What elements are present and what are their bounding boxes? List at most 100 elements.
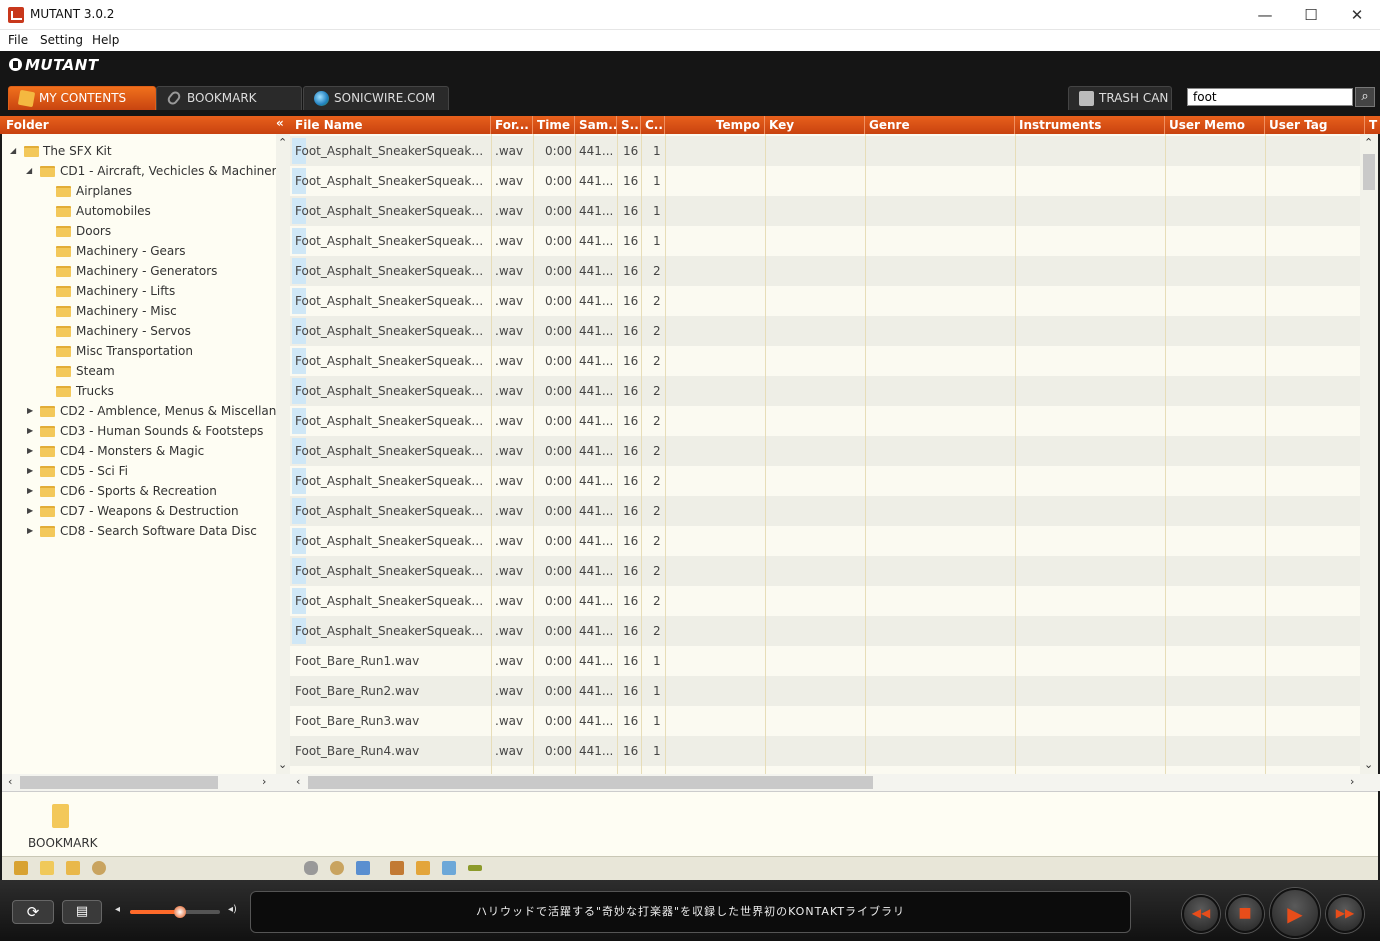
col-t[interactable]: T	[1365, 116, 1379, 134]
table-row[interactable]: Foot_Asphalt_SneakerSqueak17.w... .wav 0:0…	[290, 616, 1360, 646]
collapsed-arrow-icon[interactable]: ▶	[27, 481, 37, 501]
table-row[interactable]: Foot_Bare_Run3.wav .wav 0:00 441... 16 1	[290, 706, 1360, 736]
rewind-button[interactable]: ◀◀	[1182, 895, 1220, 933]
edit-icon[interactable]	[416, 861, 430, 875]
table-row[interactable]: Foot_Asphalt_SneakerSqueak12.w... .wav 0:0…	[290, 466, 1360, 496]
table-row[interactable]: Foot_Asphalt_SneakerSqueak15.w... .wav 0:0…	[290, 556, 1360, 586]
tree-item-cd[interactable]: ▶ CD7 - Weapons & Destruction	[2, 501, 276, 521]
table-horizontal-scrollbar[interactable]: ‹ ›	[290, 774, 1380, 791]
scroll-right-icon[interactable]: ›	[1350, 775, 1354, 788]
tab-bookmark[interactable]: BOOKMARK	[156, 86, 302, 110]
table-row[interactable]: Foot_Asphalt_SneakerSqueak13.w... .wav 0:0…	[290, 496, 1360, 526]
tab-my-contents[interactable]: MY CONTENTS	[8, 86, 156, 110]
scroll-thumb[interactable]	[20, 776, 218, 789]
table-row[interactable]: Foot_Asphalt_SneakerSqueak14.w... .wav 0:0…	[290, 526, 1360, 556]
tree-item-cd[interactable]: ▶ CD5 - Sci Fi	[2, 461, 276, 481]
table-row[interactable]: Foot_Bare_Run1.wav .wav 0:00 441... 16 1	[290, 646, 1360, 676]
folder-horizontal-scrollbar[interactable]: ‹ ›	[2, 774, 290, 791]
table-row[interactable]: Foot_Asphalt_SneakerSqueak11.w... .wav 0:0…	[290, 436, 1360, 466]
minimize-button[interactable]: —	[1242, 0, 1288, 30]
volume-slider[interactable]	[130, 906, 220, 918]
tree-item-subfolder[interactable]: Machinery - Lifts	[2, 281, 276, 301]
tree-item-cd[interactable]: ▶ CD8 - Search Software Data Disc	[2, 521, 276, 541]
scroll-left-icon[interactable]: ‹	[296, 775, 300, 788]
close-button[interactable]: ✕	[1334, 0, 1380, 30]
table-row[interactable]: Foot_Asphalt_SneakerSqueak04.w... .wav 0:0…	[290, 226, 1360, 256]
gear-icon[interactable]	[330, 861, 344, 875]
tree-item-subfolder[interactable]: Airplanes	[2, 181, 276, 201]
scroll-up-icon[interactable]: ⌃	[278, 136, 287, 149]
collapsed-arrow-icon[interactable]: ▶	[27, 421, 37, 441]
tree-item-cd[interactable]: ▶ CD6 - Sports & Recreation	[2, 481, 276, 501]
table-row[interactable]: Foot_Bare_Run2.wav .wav 0:00 441... 16 1	[290, 676, 1360, 706]
scroll-thumb[interactable]	[308, 776, 873, 789]
col-key[interactable]: Key	[765, 116, 865, 134]
col-time[interactable]: Time	[533, 116, 575, 134]
new-folder-icon[interactable]	[40, 861, 54, 875]
table-row[interactable]: Foot_Asphalt_SneakerSqueak16.w... .wav 0:0…	[290, 586, 1360, 616]
list-view-icon[interactable]	[442, 861, 456, 875]
col-user-tag[interactable]: User Tag	[1265, 116, 1365, 134]
collapsed-arrow-icon[interactable]: ▶	[27, 401, 37, 421]
menu-file[interactable]: File	[8, 33, 28, 47]
collapsed-arrow-icon[interactable]: ▶	[27, 521, 37, 541]
table-row[interactable]: Foot_Asphalt_SneakerSqueak10.w... .wav 0:0…	[290, 406, 1360, 436]
bookmark-folder-label[interactable]: BOOKMARK	[28, 836, 98, 850]
tree-item-cd[interactable]: ▶ CD2 - Amblence, Menus & Miscellaneo	[2, 401, 276, 421]
tree-item-subfolder[interactable]: Machinery - Gears	[2, 241, 276, 261]
tab-trash-can[interactable]: TRASH CAN	[1068, 86, 1172, 110]
menu-setting[interactable]: Setting	[40, 33, 83, 47]
table-row[interactable]: Foot_Asphalt_SneakerSqueak01.w... .wav 0:0…	[290, 136, 1360, 166]
collapsed-arrow-icon[interactable]: ▶	[27, 441, 37, 461]
document-icon[interactable]	[356, 861, 370, 875]
table-view-icon[interactable]	[390, 861, 404, 875]
menu-help[interactable]: Help	[92, 33, 119, 47]
bookmark-folder-icon[interactable]	[52, 804, 69, 828]
tree-item-subfolder[interactable]: Machinery - Generators	[2, 261, 276, 281]
tree-item-cd[interactable]: ▶ CD4 - Monsters & Magic	[2, 441, 276, 461]
table-row[interactable]: Foot_Asphalt_SneakerSqueak09.w... .wav 0:0…	[290, 376, 1360, 406]
play-button[interactable]: ▶	[1270, 888, 1320, 938]
scroll-down-icon[interactable]: ⌄	[1364, 758, 1373, 771]
table-vertical-scrollbar[interactable]: ⌃ ⌄	[1360, 134, 1378, 774]
scroll-down-icon[interactable]: ⌄	[278, 758, 287, 771]
volume-knob[interactable]	[173, 906, 186, 918]
folder-vertical-scrollbar[interactable]: ⌃ ⌄	[276, 134, 290, 774]
table-row[interactable]: Foot_Asphalt_SneakerSqueak02.w... .wav 0:0…	[290, 166, 1360, 196]
paperclip-icon[interactable]	[304, 861, 318, 875]
tree-item-cd[interactable]: ▶ CD3 - Human Sounds & Footsteps	[2, 421, 276, 441]
table-row[interactable]: Foot_Asphalt_SneakerSqueak05.w... .wav 0:0…	[290, 256, 1360, 286]
col-genre[interactable]: Genre	[865, 116, 1015, 134]
col-sample-rate[interactable]: Sam...	[575, 116, 617, 134]
tree-root[interactable]: ◢ The SFX Kit	[2, 141, 276, 161]
waveform-view-button[interactable]: ▤	[62, 900, 102, 924]
tree-item-cd1[interactable]: ◢ CD1 - Aircraft, Vechicles & Machinery	[2, 161, 276, 181]
tree-item-subfolder[interactable]: Machinery - Misc	[2, 301, 276, 321]
scroll-left-icon[interactable]: ‹	[8, 775, 12, 788]
maximize-button[interactable]: ☐	[1288, 0, 1334, 30]
tree-item-subfolder[interactable]: Doors	[2, 221, 276, 241]
search-button[interactable]: ⌕	[1355, 87, 1375, 107]
collapsed-arrow-icon[interactable]: ▶	[27, 501, 37, 521]
tree-item-subfolder[interactable]: Misc Transportation	[2, 341, 276, 361]
new-library-icon[interactable]	[14, 861, 28, 875]
settings-gear-icon[interactable]	[92, 861, 106, 875]
scroll-right-icon[interactable]: ›	[262, 775, 266, 788]
tree-item-subfolder[interactable]: Automobiles	[2, 201, 276, 221]
collapsed-arrow-icon[interactable]: ▶	[27, 461, 37, 481]
tree-item-subfolder[interactable]: Trucks	[2, 381, 276, 401]
col-tempo[interactable]: Tempo	[665, 116, 765, 134]
col-channels[interactable]: C...	[641, 116, 665, 134]
expand-arrow-icon[interactable]: ◢	[10, 141, 20, 161]
tree-item-subfolder[interactable]: Machinery - Servos	[2, 321, 276, 341]
scroll-up-icon[interactable]: ⌃	[1364, 136, 1373, 149]
col-format[interactable]: For...	[491, 116, 533, 134]
table-row[interactable]: Foot_Asphalt_SneakerSqueak08.w... .wav 0:0…	[290, 346, 1360, 376]
table-row[interactable]: Foot_Asphalt_SneakerSqueak03.w... .wav 0:0…	[290, 196, 1360, 226]
news-ticker[interactable]: ハリウッドで活躍する"奇妙な打楽器"を収録した世界初のKONTAKTライブラリ	[250, 891, 1131, 933]
collapse-folder-button[interactable]: «	[276, 116, 284, 130]
loop-button[interactable]: ⟳	[12, 900, 54, 924]
table-row[interactable]: Foot_Bare_Run4.wav .wav 0:00 441... 16 1	[290, 736, 1360, 766]
expand-arrow-icon[interactable]: ◢	[26, 161, 36, 181]
tree-item-subfolder[interactable]: Steam	[2, 361, 276, 381]
